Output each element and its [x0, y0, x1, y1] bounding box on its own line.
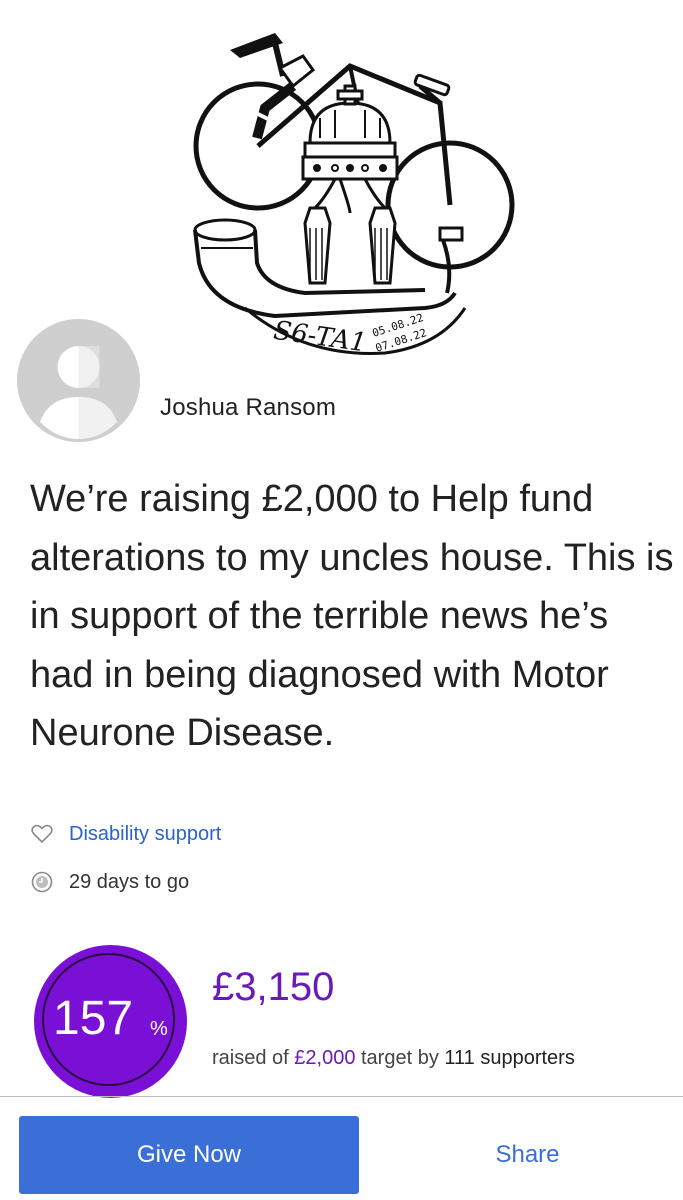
progress-percent-unit: % [150, 1018, 168, 1040]
supporters-label: supporters [474, 1047, 575, 1069]
give-now-button[interactable]: Give Now [19, 1116, 359, 1194]
raised-amount: £3,150 [212, 965, 335, 1009]
target-amount: £2,000 [294, 1047, 356, 1069]
raised-summary: raised of £2,000 target by 111 supporter… [212, 1047, 575, 1070]
progress-percent-badge: 157 % [34, 945, 187, 1098]
campaign-description: We’re raising £2,000 to Help fund altera… [30, 478, 674, 754]
campaign-logo: S6-TA1 05.08.22 07.08.22 [193, 33, 515, 359]
time-left-row: 29 days to go [30, 870, 189, 894]
target-suffix: target by [355, 1047, 445, 1069]
fundraising-page: S6-TA1 05.08.22 07.08.22 Joshua Ransom W… [0, 0, 683, 1200]
category-row: Disability support [30, 822, 221, 846]
avatar [17, 319, 140, 442]
progress-percent: 157 [53, 992, 134, 1045]
clock-icon [30, 870, 54, 894]
bottom-divider [0, 1096, 683, 1097]
share-button[interactable]: Share [375, 1116, 680, 1194]
days-to-go: 29 days to go [69, 870, 190, 893]
logo-main-text: S6-TA1 [272, 316, 369, 359]
category-link[interactable]: Disability support [69, 823, 221, 846]
fundraiser-owner-name[interactable]: Joshua Ransom [160, 394, 336, 422]
raised-prefix: raised of [212, 1047, 295, 1069]
heart-icon [30, 822, 54, 846]
default-avatar-icon [17, 319, 140, 442]
supporters-count: 111 [444, 1047, 475, 1069]
